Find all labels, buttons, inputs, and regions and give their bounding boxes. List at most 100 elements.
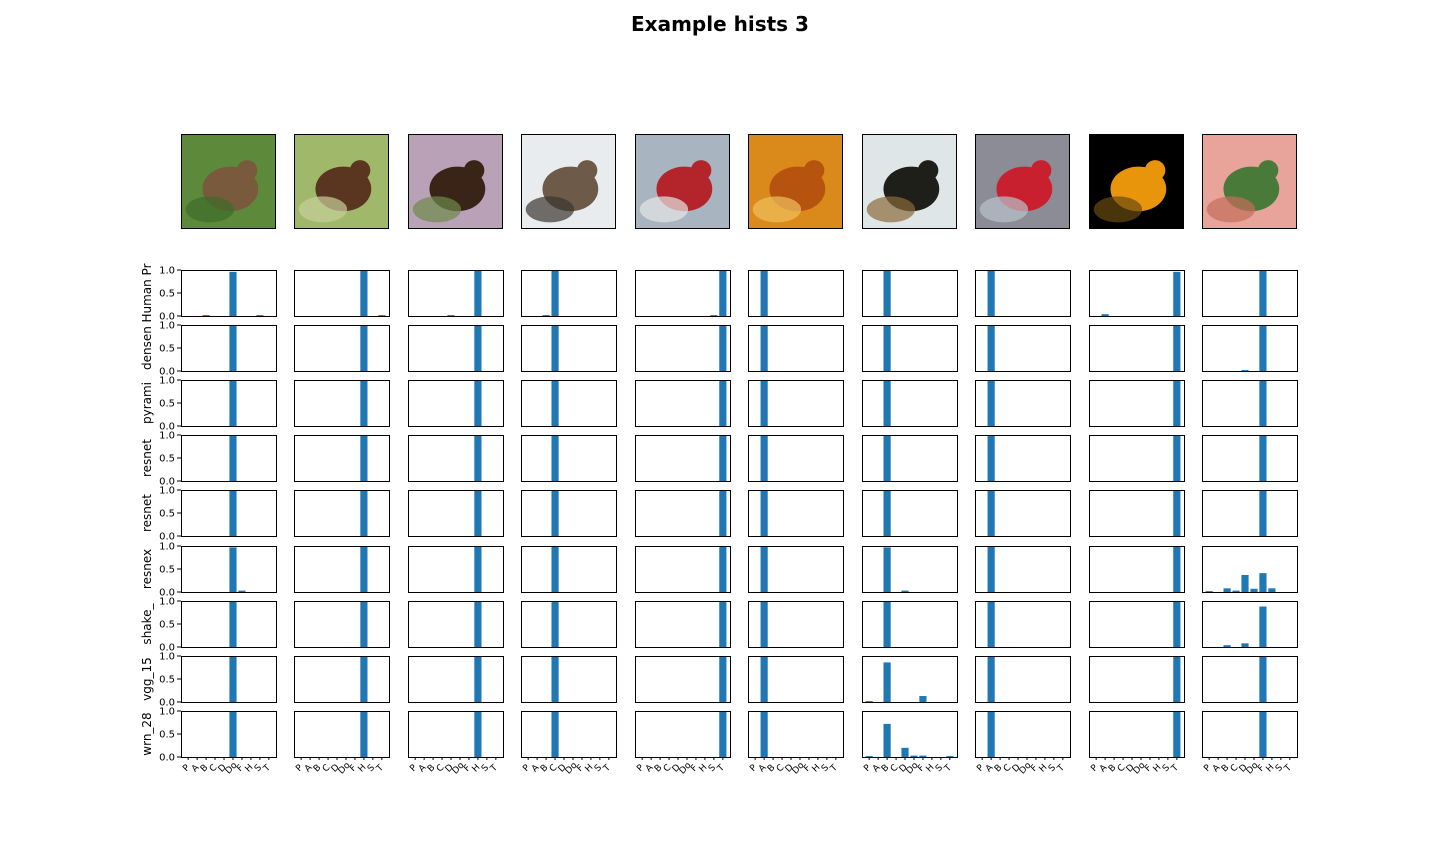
ytick-label: 0.5	[159, 399, 175, 410]
row-label-8: wrn_28	[140, 712, 154, 755]
bar	[1259, 435, 1267, 481]
bar	[760, 601, 768, 647]
xtick-label: T	[261, 763, 273, 775]
bar	[987, 270, 995, 316]
bar	[719, 656, 727, 702]
row-label-2: pyrami	[140, 382, 154, 424]
bar	[1259, 325, 1267, 371]
bar	[229, 380, 237, 426]
axes-frame	[294, 656, 390, 703]
bar	[719, 435, 727, 481]
axes-frame	[635, 656, 731, 703]
axes-frame	[181, 380, 277, 427]
bar	[474, 435, 482, 481]
bar	[474, 380, 482, 426]
bar	[987, 711, 995, 757]
bar	[910, 755, 918, 757]
bar	[1173, 601, 1181, 647]
axes-frame	[635, 601, 731, 648]
axes-frame	[521, 711, 617, 758]
xtick-label: T	[1169, 763, 1181, 775]
bar	[1223, 645, 1231, 647]
axes-frame	[1089, 546, 1185, 593]
bar	[1223, 588, 1231, 592]
bar	[551, 435, 559, 481]
bar	[1259, 656, 1267, 702]
bar	[710, 315, 718, 316]
bar	[1268, 588, 1276, 592]
bar	[883, 547, 891, 592]
bar	[1259, 490, 1267, 536]
axes-frame	[408, 546, 504, 593]
bar	[1232, 590, 1240, 592]
bar	[760, 490, 768, 536]
ytick-label: 0.5	[159, 344, 175, 355]
bar	[551, 270, 559, 316]
ytick-label: 1.0	[159, 376, 175, 387]
axes-frame	[1089, 325, 1185, 372]
bar	[883, 490, 891, 536]
bar	[202, 315, 210, 316]
bar	[883, 380, 891, 426]
bar	[360, 601, 368, 647]
axes-frame	[635, 325, 731, 372]
axes-frame	[862, 325, 958, 372]
bar	[1173, 271, 1181, 316]
axes-frame	[521, 546, 617, 593]
bar	[360, 490, 368, 536]
bar	[238, 590, 246, 592]
bar	[1173, 711, 1181, 757]
axes-frame	[1089, 270, 1185, 317]
bar	[719, 490, 727, 536]
bar	[229, 325, 237, 371]
bar	[987, 325, 995, 371]
ytick-label: 1.0	[159, 652, 175, 663]
axes-frame	[521, 270, 617, 317]
bar	[719, 546, 727, 592]
axes-frame	[1202, 711, 1298, 758]
axes-frame	[521, 435, 617, 482]
bar	[1173, 656, 1181, 702]
bar	[1173, 490, 1181, 536]
bar	[229, 435, 237, 481]
ytick-label: 1.0	[159, 266, 175, 277]
bar	[901, 747, 909, 757]
bar	[760, 270, 768, 316]
bar	[719, 270, 727, 316]
ytick-label: 1.0	[159, 431, 175, 442]
row-label-0: Human Pr	[140, 263, 154, 322]
bar	[987, 380, 995, 426]
ytick-label: 1.0	[159, 707, 175, 718]
axes-frame	[521, 601, 617, 648]
ytick-label: 0.5	[159, 730, 175, 741]
bar	[865, 756, 873, 757]
ytick-label: 1.0	[159, 486, 175, 497]
axes-frame	[408, 380, 504, 427]
bar	[447, 315, 455, 316]
bar	[474, 490, 482, 536]
bar	[551, 380, 559, 426]
bar	[1173, 435, 1181, 481]
axes-frame	[1089, 380, 1185, 427]
bar	[229, 271, 237, 316]
bar	[883, 270, 891, 316]
bar	[987, 601, 995, 647]
axes-frame	[181, 601, 277, 648]
bar	[551, 656, 559, 702]
bar	[919, 755, 927, 757]
axes-frame	[1089, 435, 1185, 482]
axes-frame	[181, 325, 277, 372]
bar	[719, 711, 727, 757]
axes-frame	[294, 711, 390, 758]
axes-frame	[862, 656, 958, 703]
bar	[1241, 643, 1249, 647]
bar	[551, 711, 559, 757]
axes-frame	[294, 601, 390, 648]
axes-frame	[635, 380, 731, 427]
bar	[1259, 380, 1267, 426]
axes-frame	[294, 325, 390, 372]
bar	[1250, 588, 1258, 592]
bar	[256, 315, 264, 316]
axes-frame	[1202, 325, 1298, 372]
axes-frame	[635, 270, 731, 317]
